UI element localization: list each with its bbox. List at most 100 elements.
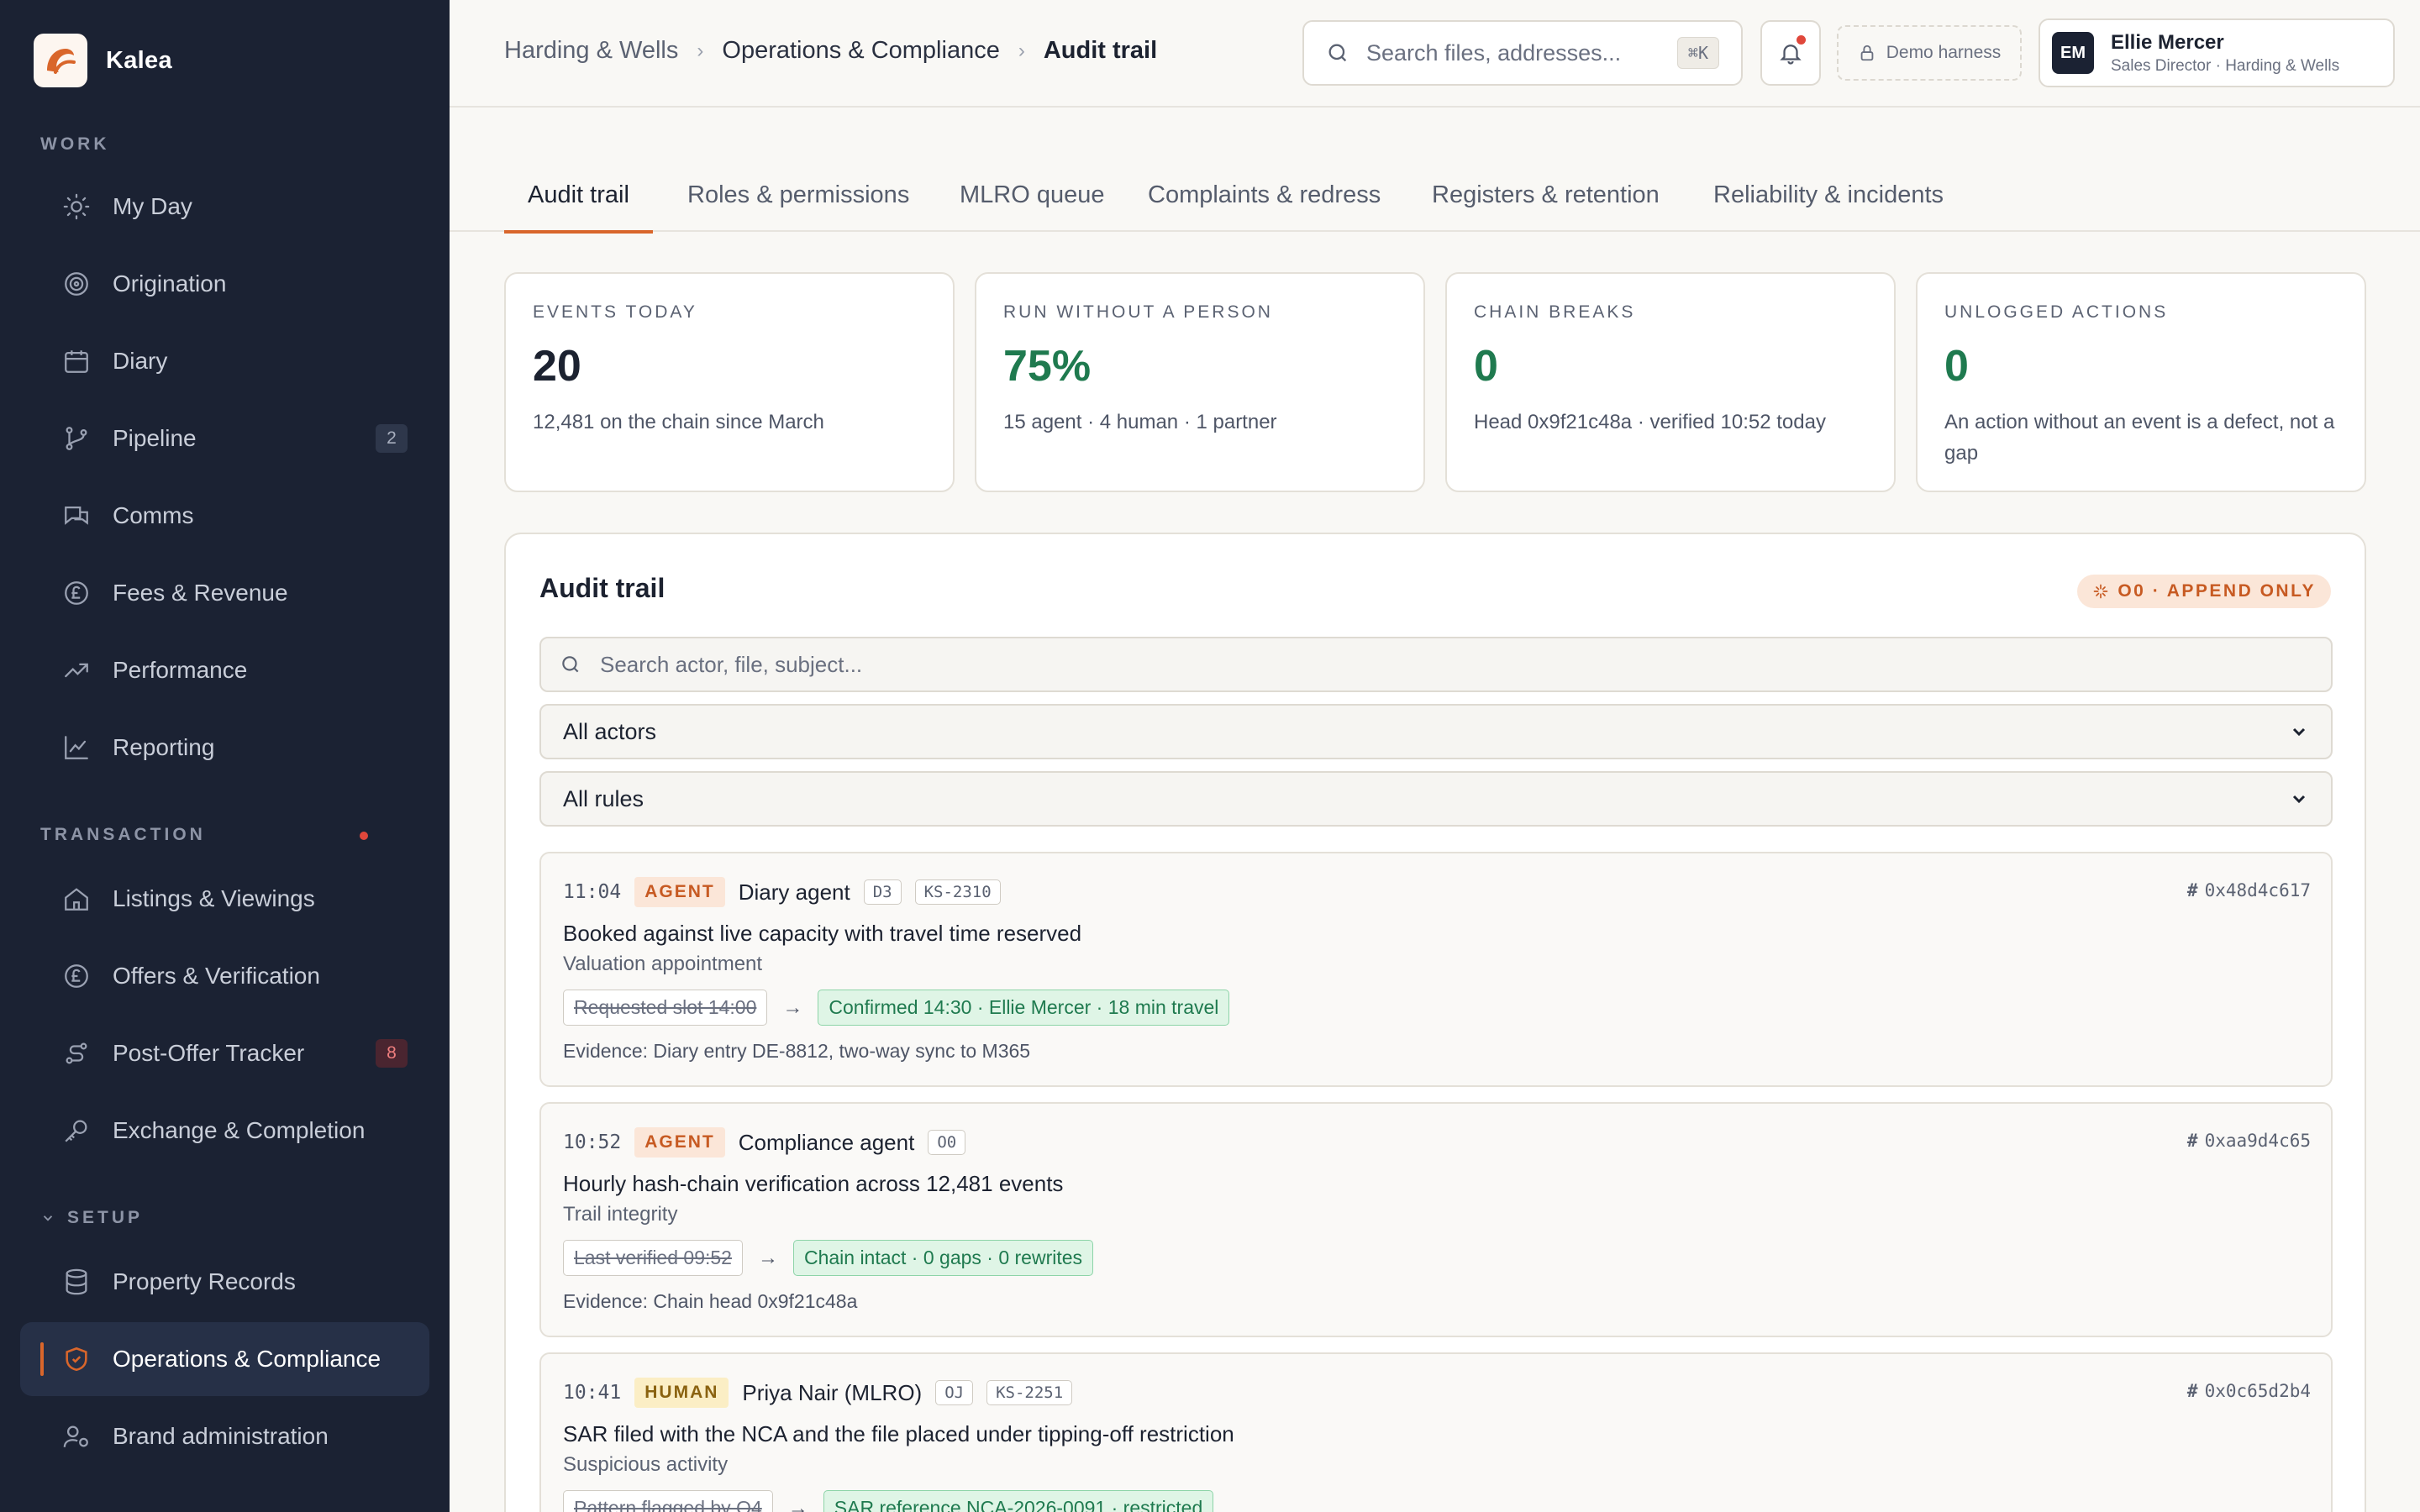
sidebar-item-label: Offers & Verification [113,963,320,989]
actor-filter-select[interactable]: All actors [539,704,2333,759]
audit-event[interactable]: 11:04 AGENT Diary agent D3 KS-2310 # 0x4… [539,852,2333,1087]
sidebar-item-origination[interactable]: Origination [20,247,429,321]
audit-event[interactable]: 10:41 HUMAN Priya Nair (MLRO) OJ KS-2251… [539,1352,2333,1512]
trend-up-icon [65,663,88,678]
actor-type-tag: HUMAN [634,1378,729,1408]
audit-search-input[interactable]: Search actor, file, subject... [539,637,2333,692]
rule-chip[interactable]: O0 [928,1130,966,1155]
rule-chip[interactable]: OJ [935,1380,974,1405]
kalea-logo-icon [34,34,87,87]
rule-filter-select[interactable]: All rules [539,771,2333,827]
sidebar-item-comms[interactable]: Comms [20,479,429,553]
sidebar-item-fees-revenue[interactable]: Fees & Revenue [20,556,429,630]
event-summary: Hourly hash-chain verification across 12… [563,1171,1064,1196]
compliance-tabs: Audit trail Roles & permissions MLRO que… [450,168,2420,234]
search-placeholder: Search files, addresses... [1366,39,1622,66]
sidebar-item-operations-compliance[interactable]: Operations & Compliance [20,1322,429,1396]
rule-chip[interactable]: D3 [863,879,902,905]
sidebar-item-offers-verification[interactable]: Offers & Verification [20,939,429,1013]
chevron-down-icon [2292,727,2306,737]
sidebar-item-performance[interactable]: Performance [20,633,429,707]
sidebar-item-my-day[interactable]: My Day [20,170,429,244]
tab-roles-permissions[interactable]: Roles & permissions [687,168,909,232]
user-menu[interactable]: EM Ellie Mercer Sales Director · Harding… [2039,18,2395,87]
user-gear-icon [63,1425,88,1447]
transaction-alert-dot [360,832,368,840]
event-evidence: Evidence: Chain head 0x9f21c48a [563,1290,858,1312]
tab-registers-retention[interactable]: Registers & retention [1432,168,1660,232]
breadcrumb: Harding & Wells › Operations & Complianc… [504,37,1157,65]
post-offer-count-badge: 8 [376,1039,408,1068]
route-icon [66,1042,87,1064]
sidebar-item-listings-viewings[interactable]: Listings & Viewings [20,862,429,936]
event-time: 11:04 [563,881,622,903]
tab-reliability-incidents[interactable]: Reliability & incidents [1713,168,1944,232]
event-evidence: Evidence: Diary entry DE-8812, two-way s… [563,1040,1031,1062]
sidebar-item-label: Listings & Viewings [113,885,315,911]
actor-filter-value: All actors [563,718,657,744]
shield-icon [66,1347,87,1372]
stat-card-chain-breaks: CHAIN BREAKS 0 Head 0x9f21c48a · verifie… [1445,272,1896,492]
new-value: SAR reference NCA-2026-0091 · restricted [823,1490,1214,1512]
hash-icon: # [2186,1381,2198,1401]
breadcrumb-section[interactable]: Operations & Compliance [722,37,999,65]
section-label-text: TRANSACTION [40,825,206,844]
brand[interactable]: Kalea [34,34,172,87]
branch-icon [66,427,87,450]
breadcrumb-org[interactable]: Harding & Wells [504,37,678,65]
pipeline-count-badge: 2 [376,424,408,453]
append-only-label: O0 · APPEND ONLY [2118,581,2316,601]
event-hash-value: 0xaa9d4c65 [2204,1131,2311,1151]
event-actor: Diary agent [738,879,850,905]
event-actor: Priya Nair (MLRO) [742,1379,923,1405]
sidebar-item-reporting[interactable]: Reporting [20,711,429,785]
append-only-badge: O0 · APPEND ONLY [2077,575,2331,608]
stat-label: CHAIN BREAKS [1474,302,1636,322]
section-label-setup[interactable]: SETUP [40,1208,143,1228]
tab-complaints-redress[interactable]: Complaints & redress [1148,168,1381,232]
sidebar-item-label: Pipeline [113,425,197,451]
breadcrumb-current: Audit trail [1043,37,1158,64]
event-header: 10:41 HUMAN Priya Nair (MLRO) OJ KS-2251 [563,1378,1073,1408]
event-header: 11:04 AGENT Diary agent D3 KS-2310 [563,877,1001,907]
sparkle-icon [2094,584,2108,599]
chevron-right-icon: › [1018,39,1025,62]
sidebar-item-label: Fees & Revenue [113,580,288,606]
sidebar-item-pipeline[interactable]: Pipeline 2 [20,402,429,475]
global-search-input[interactable]: Search files, addresses... ⌘K [1302,20,1743,86]
file-chip[interactable]: KS-2310 [914,879,1001,905]
arrow-right-icon: → [782,995,803,1019]
target-icon [65,272,88,296]
tab-mlro-queue[interactable]: MLRO queue [960,168,1105,232]
calendar-icon [65,350,88,373]
stat-subtext: 12,481 on the chain since March [533,411,824,433]
user-role: Sales Director · Harding & Wells [2111,56,2340,75]
stat-subtext: Head 0x9f21c48a · verified 10:52 today [1474,411,1826,433]
tab-audit-trail[interactable]: Audit trail [504,168,653,234]
search-icon [1328,44,1347,62]
sidebar-item-brand-administration[interactable]: Brand administration [20,1399,429,1473]
sidebar-item-property-records[interactable]: Property Records [20,1245,429,1319]
section-label-transaction: TRANSACTION [40,825,410,845]
pound-icon [65,581,88,605]
event-summary: SAR filed with the NCA and the file plac… [563,1421,1234,1446]
sidebar-item-post-offer-tracker[interactable]: Post-Offer Tracker 8 [20,1016,429,1090]
chat-icon [65,506,88,525]
stat-value: 20 [533,342,581,391]
arrow-right-icon: → [787,1496,808,1512]
demo-harness-button[interactable]: Demo harness [1837,25,2022,81]
actor-type-tag: AGENT [634,1127,725,1158]
stat-value: 0 [1474,342,1498,391]
audit-event[interactable]: 10:52 AGENT Compliance agent O0 # 0xaa9d… [539,1102,2333,1337]
notifications-button[interactable] [1760,20,1821,86]
sidebar-item-exchange-completion[interactable]: Exchange & Completion [20,1094,429,1168]
section-label-work: WORK [40,134,110,154]
hash-icon: # [2186,1131,2198,1151]
event-hash: # 0x0c65d2b4 [2187,1381,2311,1401]
event-hash-value: 0x0c65d2b4 [2204,1381,2311,1401]
event-kind: Valuation appointment [563,953,763,975]
new-value: Confirmed 14:30 · Ellie Mercer · 18 min … [818,990,1230,1026]
sidebar-item-diary[interactable]: Diary [20,324,429,398]
file-chip[interactable]: KS-2251 [986,1380,1073,1405]
brand-name: Kalea [106,46,172,74]
